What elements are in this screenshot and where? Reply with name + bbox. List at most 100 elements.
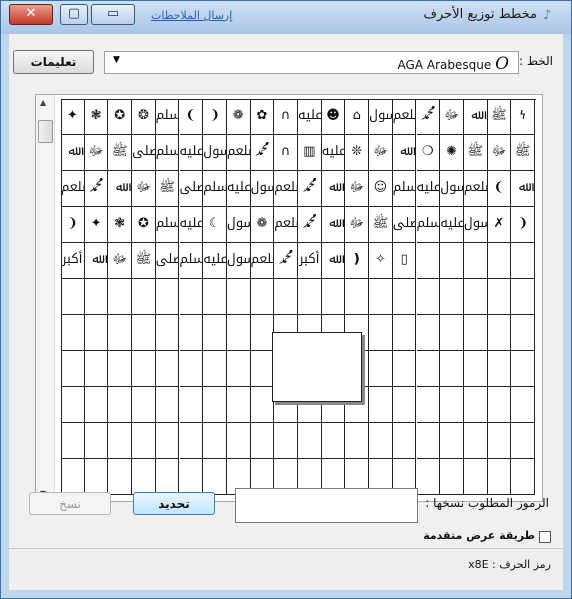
grid-cell[interactable]	[132, 423, 156, 459]
grid-cell[interactable]	[487, 351, 512, 387]
grid-cell[interactable]: ﷳ	[298, 243, 322, 279]
grid-cell[interactable]	[132, 279, 156, 315]
grid-cell[interactable]	[416, 243, 441, 279]
grid-scrollbar[interactable]: ▲ ▼	[36, 95, 55, 501]
grid-cell[interactable]	[203, 279, 227, 315]
send-feedback-link[interactable]: إرسال الملاحظات	[151, 9, 232, 22]
grid-cell[interactable]	[61, 351, 85, 387]
grid-cell[interactable]	[155, 279, 180, 315]
grid-cell[interactable]	[369, 279, 393, 315]
grid-cell[interactable]	[440, 279, 464, 315]
grid-cell[interactable]: ﷹ	[132, 135, 156, 171]
grid-cell[interactable]: ﷲ	[321, 171, 346, 207]
grid-cell[interactable]	[132, 315, 156, 351]
grid-cell[interactable]	[132, 459, 156, 495]
grid-cell[interactable]	[84, 423, 109, 459]
grid-cell[interactable]	[487, 459, 512, 495]
grid-cell[interactable]: ✿	[250, 99, 275, 135]
grid-cell[interactable]: ∩	[274, 99, 298, 135]
grid-cell[interactable]	[108, 279, 133, 315]
grid-cell[interactable]	[250, 387, 275, 423]
grid-cell[interactable]	[84, 315, 109, 351]
grid-cell[interactable]: ☻	[321, 99, 346, 135]
grid-cell[interactable]	[392, 387, 417, 423]
grid-cell[interactable]	[440, 243, 464, 279]
grid-cell[interactable]: ⌂	[345, 99, 370, 135]
grid-cell[interactable]: ✦	[84, 207, 109, 243]
grid-cell[interactable]: ▯	[392, 243, 417, 279]
grid-cell[interactable]	[345, 423, 370, 459]
grid-cell[interactable]: ❁	[250, 207, 275, 243]
grid-cell[interactable]	[463, 423, 488, 459]
chevron-down-icon[interactable]: ▼	[113, 55, 120, 65]
grid-cell[interactable]	[61, 315, 85, 351]
grid-cell[interactable]	[179, 315, 204, 351]
grid-cell[interactable]: ﷵ	[274, 171, 298, 207]
grid-cell[interactable]	[511, 387, 535, 423]
grid-cell[interactable]	[274, 279, 298, 315]
grid-cell[interactable]	[463, 243, 488, 279]
grid-cell[interactable]	[416, 315, 441, 351]
select-button[interactable]: تحديد	[133, 492, 215, 515]
grid-cell[interactable]: ﷺ	[511, 135, 535, 171]
grid-cell[interactable]	[250, 423, 275, 459]
grid-cell[interactable]	[416, 279, 441, 315]
grid-cell[interactable]	[274, 423, 298, 459]
grid-cell[interactable]: ﷷ	[298, 99, 322, 135]
scroll-thumb[interactable]	[38, 120, 53, 143]
grid-cell[interactable]: ﷶ	[369, 99, 393, 135]
grid-cell[interactable]: ﷵ	[61, 171, 85, 207]
grid-cell[interactable]: ﷺ	[108, 135, 133, 171]
grid-cell[interactable]	[440, 351, 464, 387]
grid-cell[interactable]	[321, 423, 346, 459]
grid-cell[interactable]	[511, 423, 535, 459]
grid-cell[interactable]: ☾	[203, 207, 227, 243]
grid-cell[interactable]: ﷴ	[416, 99, 441, 135]
grid-cell[interactable]: ❁	[226, 99, 251, 135]
grid-cell[interactable]: ﷷ	[179, 207, 204, 243]
grid-cell[interactable]	[250, 279, 275, 315]
grid-cell[interactable]	[487, 423, 512, 459]
grid-cell[interactable]	[511, 459, 535, 495]
grid-cell[interactable]: ❩	[203, 99, 227, 135]
grid-cell[interactable]: ﷺ	[132, 243, 156, 279]
grid-cell[interactable]	[321, 279, 346, 315]
grid-cell[interactable]	[179, 351, 204, 387]
grid-cell[interactable]	[155, 315, 180, 351]
grid-cell[interactable]: ❊	[345, 135, 370, 171]
grid-cell[interactable]: ﷴ	[298, 207, 322, 243]
grid-cell[interactable]: ﷲ	[511, 171, 535, 207]
grid-cell[interactable]	[369, 387, 393, 423]
grid-cell[interactable]: ﷴ	[298, 171, 322, 207]
grid-cell[interactable]	[298, 279, 322, 315]
grid-cell[interactable]: ﷵ	[226, 135, 251, 171]
grid-cell[interactable]: ❫	[345, 243, 370, 279]
grid-cell[interactable]: ﷳ	[61, 243, 85, 279]
grid-cell[interactable]	[108, 387, 133, 423]
grid-cell[interactable]	[392, 423, 417, 459]
grid-cell[interactable]	[463, 351, 488, 387]
grid-cell[interactable]: ▥	[298, 135, 322, 171]
grid-cell[interactable]	[392, 279, 417, 315]
grid-cell[interactable]: ﷸ	[155, 135, 180, 171]
grid-cell[interactable]: ﷹ	[179, 171, 204, 207]
grid-cell[interactable]: ﷻ	[345, 207, 370, 243]
grid-cell[interactable]: ﷸ	[155, 207, 180, 243]
grid-cell[interactable]	[179, 423, 204, 459]
grid-cell[interactable]: ﷲ	[108, 171, 133, 207]
grid-cell[interactable]	[84, 387, 109, 423]
grid-cell[interactable]	[250, 315, 275, 351]
grid-cell[interactable]	[179, 459, 204, 495]
grid-cell[interactable]: ✧	[369, 243, 393, 279]
grid-cell[interactable]	[511, 243, 535, 279]
grid-cell[interactable]: ﷴ	[250, 135, 275, 171]
grid-cell[interactable]	[108, 459, 133, 495]
grid-cell[interactable]: ﷻ	[84, 135, 109, 171]
grid-cell[interactable]	[416, 459, 441, 495]
grid-cell[interactable]	[84, 459, 109, 495]
grid-cell[interactable]	[203, 459, 227, 495]
grid-cell[interactable]	[250, 351, 275, 387]
advanced-view-checkbox[interactable]	[539, 531, 551, 543]
grid-cell[interactable]	[369, 423, 393, 459]
grid-cell[interactable]: ﷸ	[179, 243, 204, 279]
